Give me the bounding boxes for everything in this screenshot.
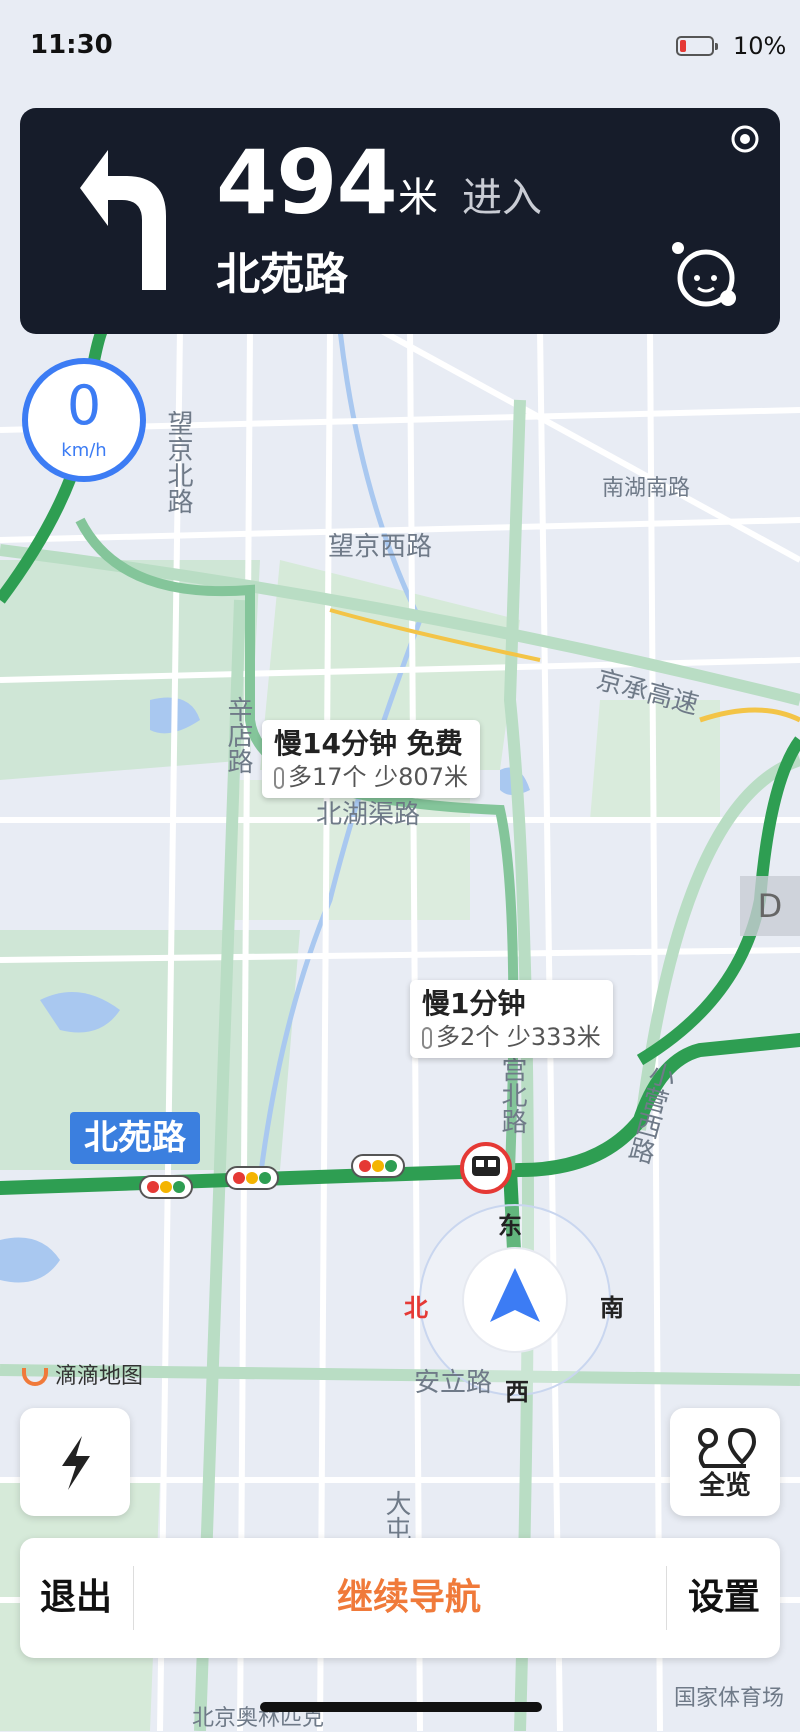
alt-route-callout-1[interactable]: 慢14分钟 免费 多17个 少807米 [262,720,480,798]
alt-route-1-title: 慢14分钟 免费 [274,727,463,760]
alt-route-2-title: 慢1分钟 [422,987,526,1020]
map-label-datun: 大屯 [381,1490,411,1542]
status-time: 11:30 [30,30,113,60]
current-road-tag: 北苑路 [70,1112,200,1164]
traffic-light-icon [422,1027,432,1049]
map-label-beihuqu-road: 北湖渠路 [316,800,421,830]
battery-percent: 10% [733,32,787,60]
map-label-nanhu-south: 南湖南路 [602,476,691,501]
settings-button[interactable]: 设置 [668,1538,780,1658]
distance-value: 494 [216,131,398,234]
quick-action-button[interactable] [20,1408,130,1516]
voice-broadcast-icon[interactable] [730,124,760,154]
speedometer: 0 km/h [22,358,146,482]
compass-north: 北 [404,1294,428,1322]
speed-unit: km/h [61,440,107,461]
compass-south: 南 [600,1294,624,1322]
voice-assistant-icon[interactable] [670,240,742,312]
next-road-name: 北苑路 [216,249,348,300]
edge-tab[interactable]: D [740,876,800,936]
lightning-icon [62,1436,90,1490]
exit-button[interactable]: 退出 [20,1538,132,1658]
didi-map-logo: 滴滴地图 [22,1358,143,1390]
divider [666,1566,667,1630]
overview-label: 全览 [698,1471,751,1501]
maneuver-action: 进入 [462,175,542,221]
map-label-xindian-road: 辛店路 [223,696,253,774]
traffic-light-icon [274,767,284,789]
home-indicator[interactable] [260,1702,542,1712]
compass-west: 西 [505,1378,529,1406]
bottom-action-bar: 退出 继续导航 设置 [20,1538,780,1658]
compass-east: 东 [498,1212,522,1240]
turn-left-icon [80,150,166,290]
continue-navigation-button[interactable]: 继续导航 [134,1538,684,1658]
map-label-wangjing-north: 望京北路 [163,410,193,514]
overview-button[interactable]: 全览 [670,1408,780,1516]
alt-route-2-detail: 多2个 少333米 [422,1022,601,1052]
speed-value: 0 [66,374,102,437]
map-label-wangjing-west: 望京西路 [328,532,433,562]
map-label-national-stadium: 国家体育场 [674,1686,785,1711]
didi-logo-icon [22,1368,48,1386]
map-label-gongbei-road: 宫北路 [497,1056,527,1134]
alt-route-callout-2[interactable]: 慢1分钟 多2个 少333米 [410,980,613,1058]
map-label-anli-road: 安立路 [414,1368,493,1398]
alt-route-1-detail: 多17个 少807米 [274,762,468,792]
battery-icon [676,36,718,56]
distance-unit: 米 [398,175,438,221]
